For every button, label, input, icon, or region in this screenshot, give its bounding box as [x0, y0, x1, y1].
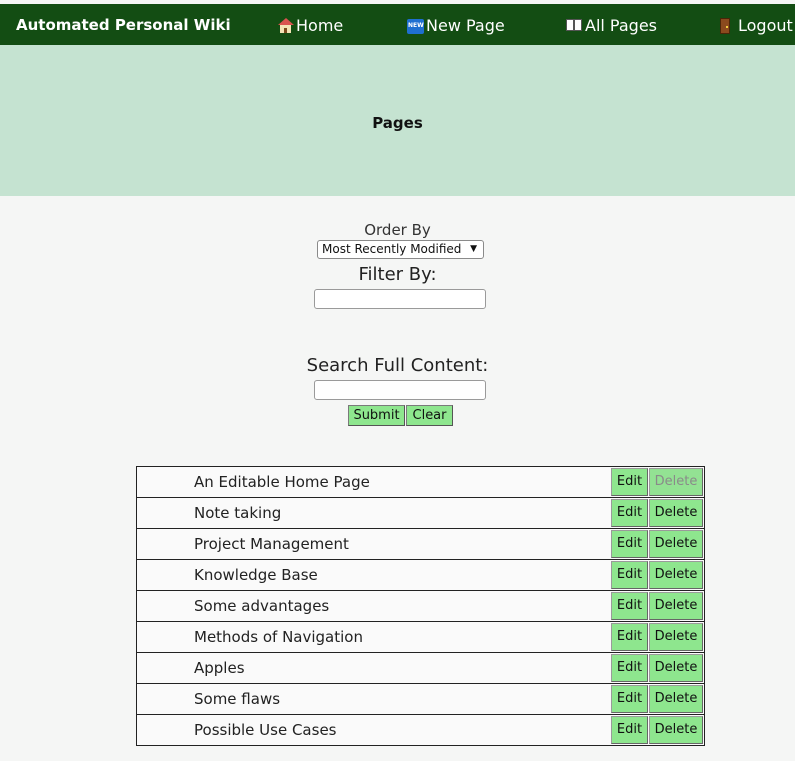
page-title-link[interactable]: Some advantages [194, 597, 329, 615]
page-title-link[interactable]: Note taking [194, 504, 281, 522]
page-row: Note taking Edit Delete [137, 498, 704, 529]
delete-button[interactable]: Delete [649, 623, 703, 651]
page-header-banner: Pages [0, 45, 795, 196]
edit-button[interactable]: Edit [611, 499, 648, 527]
page-row: An Editable Home Page Edit Delete [137, 467, 704, 498]
page-row: Methods of Navigation Edit Delete [137, 622, 704, 653]
page-title-link[interactable]: Some flaws [194, 690, 280, 708]
home-icon [277, 18, 294, 33]
clear-button[interactable]: Clear [406, 405, 453, 426]
delete-button[interactable]: Delete [649, 499, 703, 527]
delete-button[interactable]: Delete [649, 592, 703, 620]
delete-button[interactable]: Delete [649, 716, 703, 744]
page-row: Possible Use Cases Edit Delete [137, 715, 704, 746]
new-icon: NEW [407, 18, 424, 34]
nav-home-label: Home [296, 16, 344, 35]
nav-new-page-label: New Page [426, 16, 505, 35]
page-row: Knowledge Base Edit Delete [137, 560, 704, 591]
nav-new-page-link[interactable]: NEW New Page [407, 16, 505, 35]
edit-button[interactable]: Edit [611, 716, 648, 744]
edit-button[interactable]: Edit [611, 685, 648, 713]
door-icon [719, 18, 736, 34]
dropdown-arrow-icon: ▼ [470, 244, 477, 254]
edit-button[interactable]: Edit [611, 623, 648, 651]
nav-all-pages-label: All Pages [585, 16, 657, 35]
page-row: Project Management Edit Delete [137, 529, 704, 560]
search-input[interactable] [314, 380, 486, 400]
book-icon [566, 18, 583, 33]
page-title-link[interactable]: Possible Use Cases [194, 721, 337, 739]
page-row: Some flaws Edit Delete [137, 684, 704, 715]
page-title-link[interactable]: Methods of Navigation [194, 628, 363, 646]
page-title-link[interactable]: Apples [194, 659, 245, 677]
submit-button[interactable]: Submit [348, 405, 405, 426]
order-by-value: Most Recently Modified [322, 242, 462, 256]
nav-logout-label: Logout [738, 16, 793, 35]
page-title-link[interactable]: Knowledge Base [194, 566, 318, 584]
app-title[interactable]: Automated Personal Wiki [16, 16, 231, 34]
page-title-link[interactable]: Project Management [194, 535, 349, 553]
delete-button: Delete [649, 468, 703, 496]
edit-button[interactable]: Edit [611, 561, 648, 589]
filter-by-label: Filter By: [358, 264, 437, 285]
pages-table: An Editable Home Page Edit Delete Note taki… [136, 466, 705, 746]
nav-home-link[interactable]: Home [277, 16, 343, 35]
delete-button[interactable]: Delete [649, 561, 703, 589]
delete-button[interactable]: Delete [649, 685, 703, 713]
search-full-content-label: Search Full Content: [306, 355, 489, 376]
top-navbar: Automated Personal Wiki Home NEW New Pag… [0, 4, 795, 45]
filter-input[interactable] [314, 289, 486, 309]
order-by-select[interactable]: Most Recently Modified ▼ [317, 240, 484, 259]
delete-button[interactable]: Delete [649, 530, 703, 558]
order-by-label: Order By [364, 221, 431, 239]
page-row: Apples Edit Delete [137, 653, 704, 684]
edit-button[interactable]: Edit [611, 592, 648, 620]
edit-button[interactable]: Edit [611, 530, 648, 558]
delete-button[interactable]: Delete [649, 654, 703, 682]
nav-all-pages-link[interactable]: All Pages [566, 16, 657, 35]
nav-logout-link[interactable]: Logout [719, 16, 793, 35]
page-title-link[interactable]: An Editable Home Page [194, 473, 370, 491]
edit-button[interactable]: Edit [611, 654, 648, 682]
page-row: Some advantages Edit Delete [137, 591, 704, 622]
page-title: Pages [372, 114, 423, 132]
edit-button[interactable]: Edit [611, 468, 648, 496]
